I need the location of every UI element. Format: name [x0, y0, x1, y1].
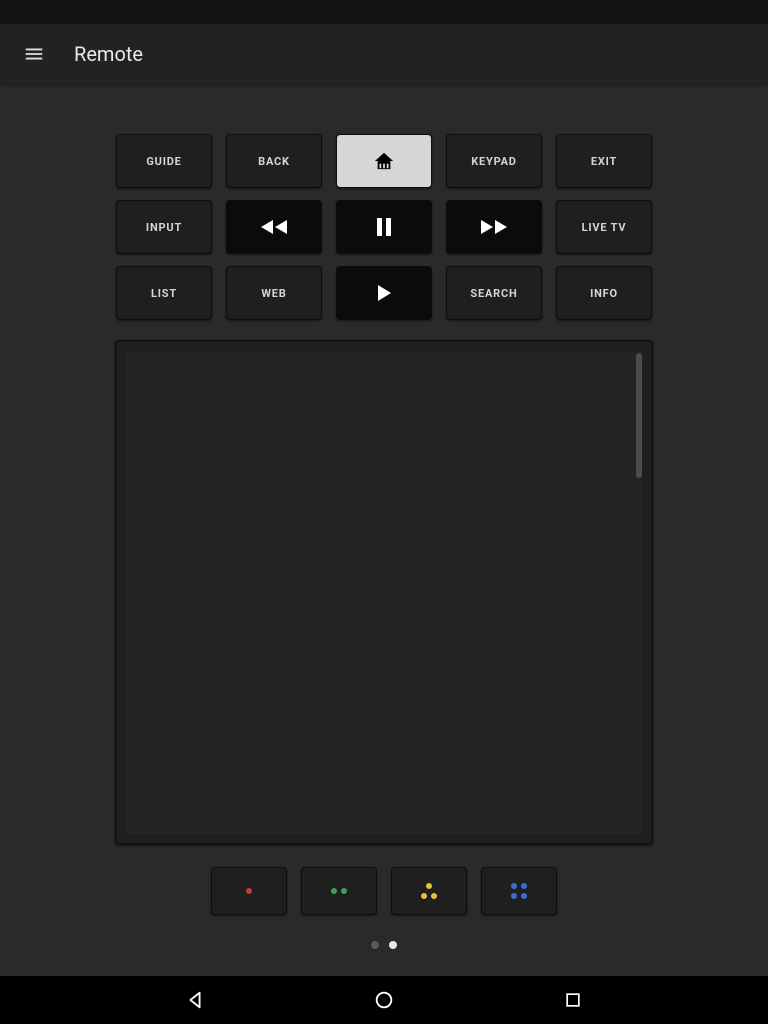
android-status-bar — [0, 0, 768, 24]
remote-content: GUIDE BACK KEYPAD EXIT INPUT — [0, 84, 768, 949]
dot-icon — [341, 888, 347, 894]
nav-back-button[interactable] — [165, 976, 225, 1024]
scroll-indicator — [636, 353, 642, 478]
home-icon — [373, 151, 395, 171]
nav-recent-button[interactable] — [543, 976, 603, 1024]
trackpad-area[interactable] — [115, 340, 653, 845]
yellow-color-button[interactable] — [391, 867, 467, 915]
play-icon — [376, 284, 392, 302]
search-button[interactable]: SEARCH — [446, 266, 542, 320]
dot-icon — [426, 883, 432, 889]
remote-button-grid: GUIDE BACK KEYPAD EXIT INPUT — [115, 134, 653, 320]
rewind-icon — [257, 218, 291, 236]
play-button[interactable] — [336, 266, 432, 320]
pause-icon — [376, 218, 392, 236]
hamburger-menu-icon[interactable] — [10, 30, 58, 78]
fast-forward-button[interactable] — [446, 200, 542, 254]
home-button[interactable] — [336, 134, 432, 188]
app-toolbar: Remote — [0, 24, 768, 84]
green-color-button[interactable] — [301, 867, 377, 915]
dot-icon — [511, 893, 517, 899]
keypad-button[interactable]: KEYPAD — [446, 134, 542, 188]
nav-home-button[interactable] — [354, 976, 414, 1024]
dot-icon — [431, 893, 437, 899]
web-button[interactable]: WEB — [226, 266, 322, 320]
dot-icon — [521, 893, 527, 899]
trackpad-surface[interactable] — [126, 351, 642, 834]
fast-forward-icon — [477, 218, 511, 236]
android-nav-bar — [0, 976, 768, 1024]
page-dot-1[interactable] — [389, 941, 397, 949]
info-button[interactable]: INFO — [556, 266, 652, 320]
red-color-button[interactable] — [211, 867, 287, 915]
guide-button[interactable]: GUIDE — [116, 134, 212, 188]
live-tv-button[interactable]: LIVE TV — [556, 200, 652, 254]
back-button[interactable]: BACK — [226, 134, 322, 188]
pause-button[interactable] — [336, 200, 432, 254]
dot-icon — [246, 888, 252, 894]
rewind-button[interactable] — [226, 200, 322, 254]
page-indicator — [115, 941, 653, 949]
dot-icon — [331, 888, 337, 894]
dot-icon — [421, 893, 427, 899]
color-button-row — [115, 867, 653, 915]
page-dot-0[interactable] — [371, 941, 379, 949]
app-area: Remote GUIDE BACK KEYPAD EXIT INPUT — [0, 24, 768, 976]
toolbar-title: Remote — [74, 42, 143, 66]
exit-button[interactable]: EXIT — [556, 134, 652, 188]
input-button[interactable]: INPUT — [116, 200, 212, 254]
dot-icon — [521, 883, 527, 889]
dot-icon — [511, 883, 517, 889]
blue-color-button[interactable] — [481, 867, 557, 915]
list-button[interactable]: LIST — [116, 266, 212, 320]
